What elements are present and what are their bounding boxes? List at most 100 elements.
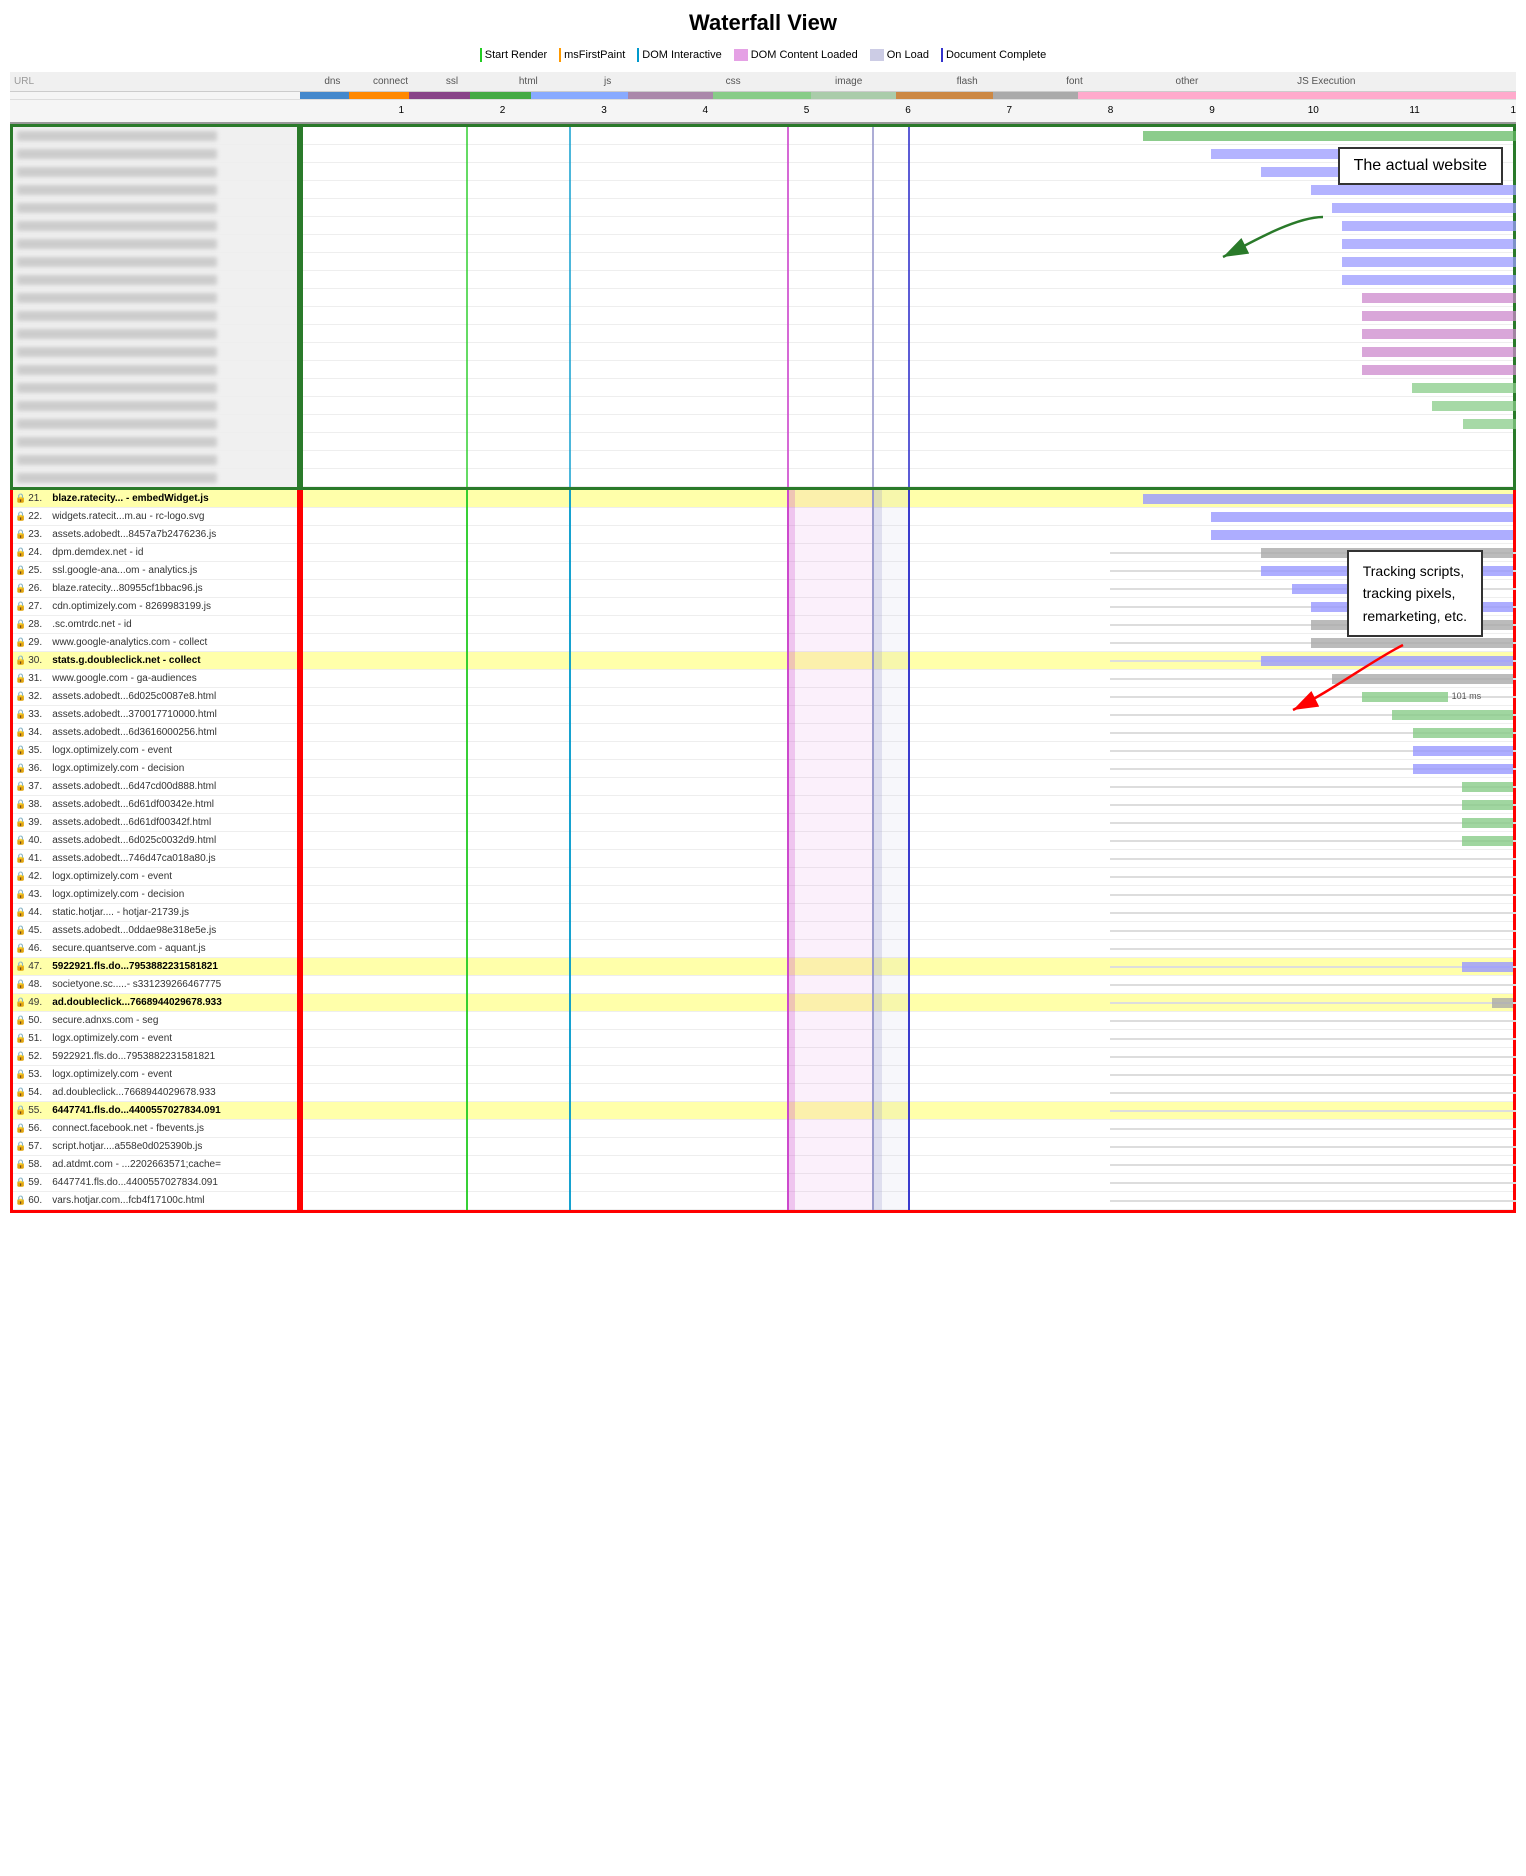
main-content-box [10, 124, 300, 490]
waterfall-table: URL 🔒21.blaze.ratecity... - embedWidget.… [10, 72, 1516, 1213]
main-label-row-4 [13, 199, 297, 217]
lock-icon-8: 🔒 [15, 637, 26, 648]
row-label-text-10: www.google.com - ga-audiences [52, 673, 197, 684]
main-bar-3 [1311, 185, 1516, 195]
wait-bar-30 [1110, 1038, 1516, 1040]
main-rows [13, 127, 297, 487]
col-ssl: ssl [446, 76, 458, 87]
lock-icon-10: 🔒 [15, 673, 26, 684]
row-label-text-33: ad.doubleclick...7668944029678.933 [52, 1087, 215, 1098]
row-label-text-16: assets.adobedt...6d47cd00d888.html [52, 781, 216, 792]
col-image: image [835, 76, 862, 87]
lock-icon-24: 🔒 [15, 925, 26, 936]
jsexec-bar [1078, 92, 1516, 99]
tracking-label-33: 🔒54.ad.doubleclick...7668944029678.933 [13, 1084, 297, 1102]
timeline-header-label [10, 100, 300, 124]
row-label-text-36: script.hotjar....a558e0d025390b.js [52, 1141, 202, 1152]
tracking-labels: 🔒21.blaze.ratecity... - embedWidget.js🔒2… [13, 490, 297, 1210]
main-label-row-19 [13, 469, 297, 487]
legend-dom-content-loaded: DOM Content Loaded [734, 49, 858, 61]
main-bar-row-19: 581 ms [303, 469, 1513, 487]
col-js: js [604, 76, 611, 87]
row-label-text-2: assets.adobedt...8457a7b2476236.js [52, 529, 216, 540]
row-num-1: 22. [28, 511, 50, 522]
tracking-label-22: 🔒43.logx.optimizely.com - decision [13, 886, 297, 904]
main-bar-8 [1342, 275, 1516, 285]
legend-doc-complete: Document Complete [941, 48, 1046, 62]
legend-dom-interactive: DOM Interactive [637, 48, 721, 62]
tracking-label-3: 🔒24.dpm.demdex.net - id [13, 544, 297, 562]
row-label-text-39: vars.hotjar.com...fcb4f17100c.html [52, 1195, 204, 1206]
tracking-label-20: 🔒41.assets.adobedt...746d47ca018a80.js [13, 850, 297, 868]
main-bar-6 [1342, 239, 1516, 249]
main-label-row-7 [13, 253, 297, 271]
row-label-text-0: blaze.ratecity... - embedWidget.js [52, 493, 208, 504]
tracking-label-5: 🔒26.blaze.ratecity...80955cf1bbac96.js [13, 580, 297, 598]
main-bar-row-8: 959 ms [303, 271, 1513, 289]
row-label-text-22: logx.optimizely.com - decision [52, 889, 184, 900]
tracking-bar-13 [1413, 728, 1513, 738]
wait-bar-16 [1110, 786, 1516, 788]
row-label-text-11: assets.adobedt...6d025c0087e8.html [52, 691, 216, 702]
vline-dom-interactive [569, 490, 571, 1210]
lock-icon-21: 🔒 [15, 871, 26, 882]
annotation-actual-website: The actual website [1338, 147, 1503, 185]
wait-bar-39 [1110, 1200, 1516, 1202]
main-label-row-18 [13, 451, 297, 469]
row-label-text-6: cdn.optimizely.com - 8269983199.js [52, 601, 211, 612]
main-label-row-5 [13, 217, 297, 235]
tracking-ms-11: 101 ms [1452, 691, 1482, 701]
html-bar [470, 92, 531, 99]
dns-bar [300, 92, 349, 99]
row-num-32: 53. [28, 1069, 50, 1080]
tracking-bar-14 [1413, 746, 1513, 756]
lock-icon-28: 🔒 [15, 997, 26, 1008]
row-label-text-32: logx.optimizely.com - event [52, 1069, 172, 1080]
row-label-text-19: assets.adobedt...6d025c0032d9.html [52, 835, 216, 846]
row-num-33: 54. [28, 1087, 50, 1098]
tick-2: 2 [500, 105, 506, 116]
lock-icon-1: 🔒 [15, 511, 26, 522]
wait-bar-22 [1110, 894, 1516, 896]
row-num-20: 41. [28, 853, 50, 864]
lock-icon-6: 🔒 [15, 601, 26, 612]
row-label-text-38: 6447741.fls.do...4400557027834.091 [52, 1177, 218, 1188]
tracking-label-0: 🔒21.blaze.ratecity... - embedWidget.js [13, 490, 297, 508]
tick-7: 7 [1007, 105, 1013, 116]
col-jsexec: JS Execution [1297, 76, 1355, 87]
main-label-row-10 [13, 307, 297, 325]
main-label-row-9 [13, 289, 297, 307]
image-bar [713, 92, 810, 99]
timeline-column: dns connect ssl html js css image flash … [300, 72, 1516, 1213]
tracking-label-36: 🔒57.script.hotjar....a558e0d025390b.js [13, 1138, 297, 1156]
tracking-label-4: 🔒25.ssl.google-ana...om - analytics.js [13, 562, 297, 580]
main-bar-row-11: 1155 ms [303, 325, 1513, 343]
tracking-label-12: 🔒33.assets.adobedt...370017710000.html [13, 706, 297, 724]
wait-bar-33 [1110, 1092, 1516, 1094]
main-bar-4 [1332, 203, 1517, 213]
page-title: Waterfall View [10, 10, 1516, 36]
js-bar [531, 92, 628, 99]
tracking-bar-26 [1462, 962, 1513, 972]
vline-start-render [466, 490, 468, 1210]
lock-icon-13: 🔒 [15, 727, 26, 738]
row-label-text-17: assets.adobedt...6d61df00342e.html [52, 799, 214, 810]
row-label-text-3: dpm.demdex.net - id [52, 547, 143, 558]
legend-start-render: Start Render [480, 48, 547, 62]
tick-6: 6 [905, 105, 911, 116]
wait-bar-27 [1110, 984, 1516, 986]
row-num-28: 49. [28, 997, 50, 1008]
lock-icon-7: 🔒 [15, 619, 26, 630]
tracking-bar-18 [1462, 818, 1513, 828]
row-num-25: 46. [28, 943, 50, 954]
main-label-row-15 [13, 397, 297, 415]
tracking-bar-1 [1211, 512, 1514, 522]
main-bar-row-17: 33 ms [303, 433, 1513, 451]
tick-12: 12 [1510, 105, 1516, 116]
row-num-11: 32. [28, 691, 50, 702]
main-bar-row-16: 725 ms [303, 415, 1513, 433]
row-num-9: 30. [28, 655, 50, 666]
main-label-row-12 [13, 343, 297, 361]
main-label-row-0 [13, 127, 297, 145]
main-bar-15 [1432, 401, 1516, 411]
